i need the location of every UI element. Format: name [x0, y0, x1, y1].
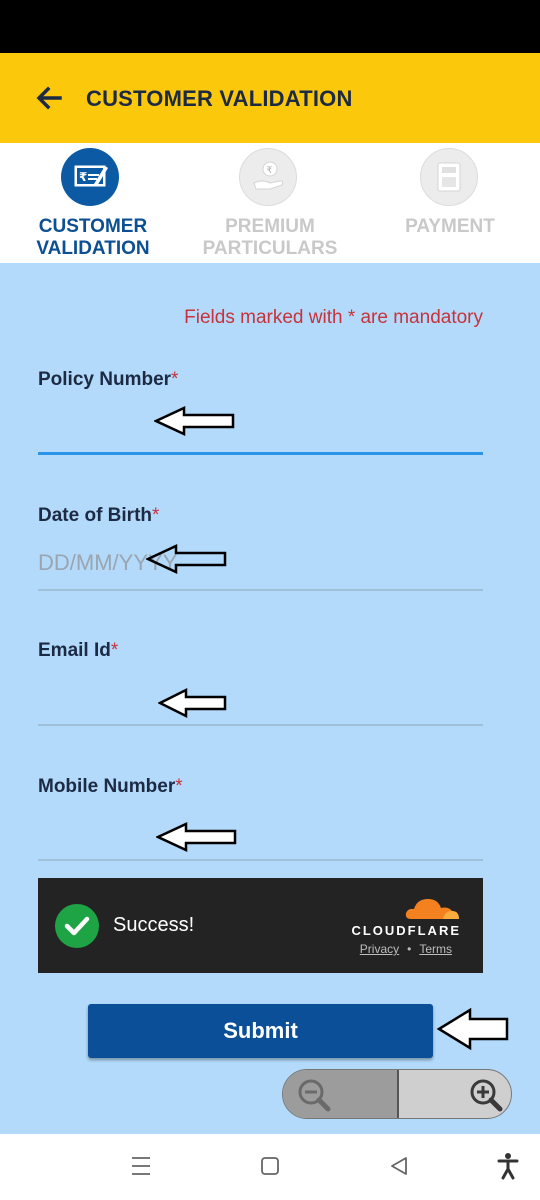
email-underline [38, 724, 483, 726]
step-customer-validation[interactable]: ₹ CUSTOMER VALIDATION [3, 143, 183, 263]
captcha-links: Privacy • Terms [360, 942, 452, 956]
accessibility-icon[interactable] [497, 1152, 519, 1180]
policy-number-underline [38, 452, 483, 455]
step-label-line2: VALIDATION [36, 238, 150, 259]
cloudflare-logo-icon [405, 899, 459, 919]
link-separator: • [407, 942, 412, 956]
back-arrow-icon[interactable] [36, 86, 62, 110]
step-label-line1: PREMIUM [225, 216, 315, 237]
step-label-line1: PAYMENT [405, 216, 495, 237]
pointer-arrow-icon [156, 822, 237, 852]
menu-icon[interactable] [131, 1154, 151, 1178]
mobile-label-text: Mobile Number [38, 776, 176, 797]
zoom-control [282, 1069, 512, 1119]
cloudflare-captcha[interactable]: Success! CLOUDFLARE Privacy • Terms [38, 878, 483, 973]
dob-label-text: Date of Birth [38, 505, 152, 526]
pointer-arrow-icon [158, 687, 227, 719]
step-label-line1: CUSTOMER [38, 216, 148, 237]
policy-number-label-text: Policy Number [38, 369, 172, 390]
terms-link[interactable]: Terms [419, 942, 452, 956]
required-star: * [152, 505, 160, 526]
zoom-out-button[interactable] [283, 1070, 398, 1118]
pointer-arrow-icon [154, 406, 235, 436]
step-premium-particulars[interactable]: ₹ PREMIUM PARTICULARS [180, 143, 360, 263]
system-nav-bar [0, 1134, 540, 1200]
pointer-arrow-icon [436, 1007, 509, 1051]
step-indicator: ₹ CUSTOMER VALIDATION ₹ PREMIUM PARTICUL… [0, 143, 540, 263]
svg-text:₹: ₹ [267, 166, 273, 176]
email-label: Email Id* [38, 640, 118, 662]
email-label-text: Email Id [38, 640, 111, 661]
zoom-in-icon [470, 1079, 503, 1112]
home-icon[interactable] [260, 1154, 280, 1178]
captcha-status: Success! [113, 914, 195, 936]
mobile-input[interactable] [38, 814, 483, 854]
dob-underline [38, 589, 483, 591]
app-header: CUSTOMER VALIDATION [0, 53, 540, 143]
dob-input[interactable] [38, 543, 483, 583]
zoom-in-button[interactable] [399, 1070, 511, 1118]
step-payment[interactable]: PAYMENT [360, 143, 540, 263]
rupee-hand-icon: ₹ [239, 148, 297, 206]
required-star: * [110, 640, 119, 661]
zoom-out-icon [298, 1079, 331, 1112]
privacy-link[interactable]: Privacy [360, 942, 399, 956]
email-input[interactable] [38, 678, 483, 718]
check-icon [55, 904, 99, 948]
pointer-arrow-icon [146, 544, 227, 574]
back-triangle-icon[interactable] [389, 1154, 409, 1178]
page-title: CUSTOMER VALIDATION [86, 86, 353, 111]
mobile-label: Mobile Number* [38, 776, 183, 798]
mandatory-note: Fields marked with * are mandatory [184, 307, 483, 328]
svg-text:₹: ₹ [79, 170, 87, 184]
cheque-icon: ₹ [61, 148, 119, 206]
dob-label: Date of Birth* [38, 505, 159, 527]
submit-button[interactable]: Submit [88, 1004, 433, 1058]
required-star: * [171, 369, 179, 390]
payment-machine-icon [420, 148, 478, 206]
policy-number-label: Policy Number* [38, 369, 178, 391]
validation-form: Fields marked with * are mandatory Polic… [0, 263, 540, 1134]
cloudflare-brand: CLOUDFLARE [351, 923, 461, 938]
policy-number-input[interactable] [38, 405, 483, 445]
step-label-line2: PARTICULARS [202, 238, 338, 259]
status-bar [0, 0, 540, 53]
required-star: * [175, 776, 183, 797]
mobile-underline [38, 859, 483, 861]
